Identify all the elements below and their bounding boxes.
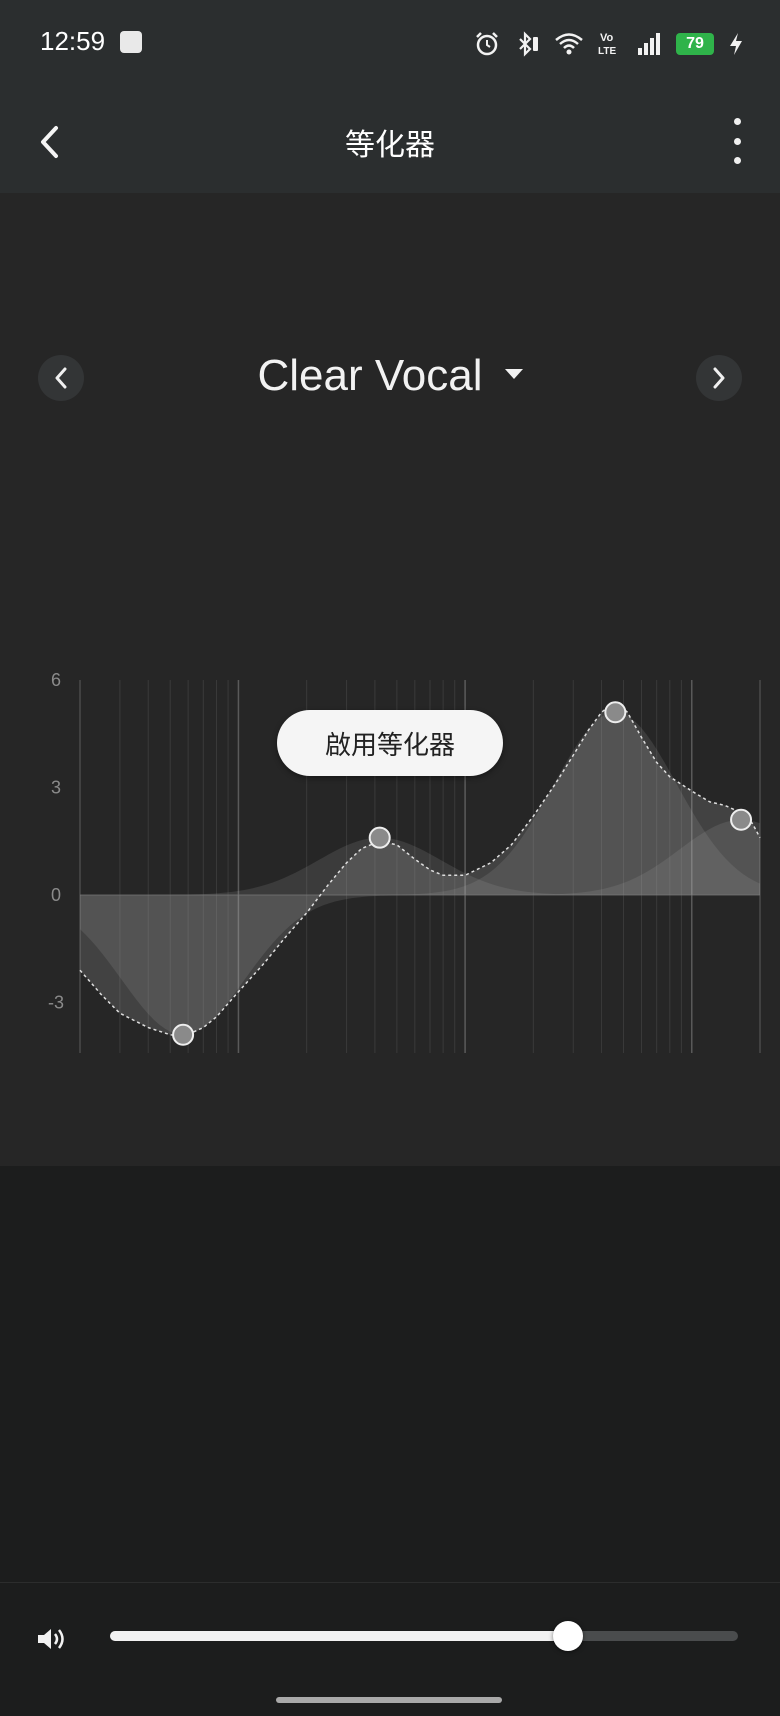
y-tick-label: 6 (51, 670, 61, 690)
home-indicator[interactable] (276, 1697, 502, 1703)
more-dot-icon (733, 157, 741, 164)
app-bar: 等化器 (0, 90, 780, 193)
chevron-right-icon (713, 367, 725, 389)
speaker-icon[interactable] (36, 1625, 68, 1653)
alarm-icon (476, 32, 498, 56)
more-options-button[interactable] (722, 118, 752, 164)
more-dot-icon (733, 118, 741, 125)
status-bar: 12:59 Vo LTE 79 (0, 0, 780, 90)
y-tick-label: 3 (51, 778, 61, 798)
enable-equalizer-button[interactable]: 啟用等化器 (277, 710, 503, 776)
preset-name: Clear Vocal (257, 351, 483, 400)
svg-text:LTE: LTE (598, 46, 616, 57)
preset-selector: Clear Vocal (0, 343, 780, 413)
preset-dropdown[interactable]: Clear Vocal (0, 351, 780, 401)
equalizer-panel: Clear Vocal 630-3-620501005001k5k10k20k (0, 193, 780, 1166)
status-time: 12:59 (40, 26, 106, 56)
charging-icon (730, 33, 742, 55)
svg-text:Vo: Vo (600, 32, 614, 44)
more-dot-icon (733, 137, 741, 145)
y-tick-label: 0 (51, 885, 61, 905)
wifi-icon (555, 33, 583, 55)
app-notification-icon (120, 31, 142, 53)
dropdown-caret-icon (504, 369, 523, 380)
volume-slider-thumb[interactable] (553, 1621, 584, 1651)
page-title: 等化器 (345, 128, 435, 163)
bluetooth-icon (519, 31, 538, 57)
volume-slider-fill (110, 1631, 569, 1641)
volume-slider[interactable] (110, 1621, 738, 1651)
battery-icon: 79 (676, 33, 714, 55)
status-icons: Vo LTE 79 (474, 26, 744, 62)
band-handle[interactable] (172, 1023, 195, 1046)
y-tick-label: -3 (48, 993, 64, 1013)
signal-icon (638, 33, 660, 55)
volte-icon: Vo LTE (598, 32, 616, 57)
band-handle[interactable] (368, 826, 391, 849)
next-preset-button[interactable] (696, 355, 742, 401)
volume-bar (0, 1582, 780, 1683)
band-handle[interactable] (730, 808, 753, 831)
band-handle[interactable] (604, 701, 627, 724)
